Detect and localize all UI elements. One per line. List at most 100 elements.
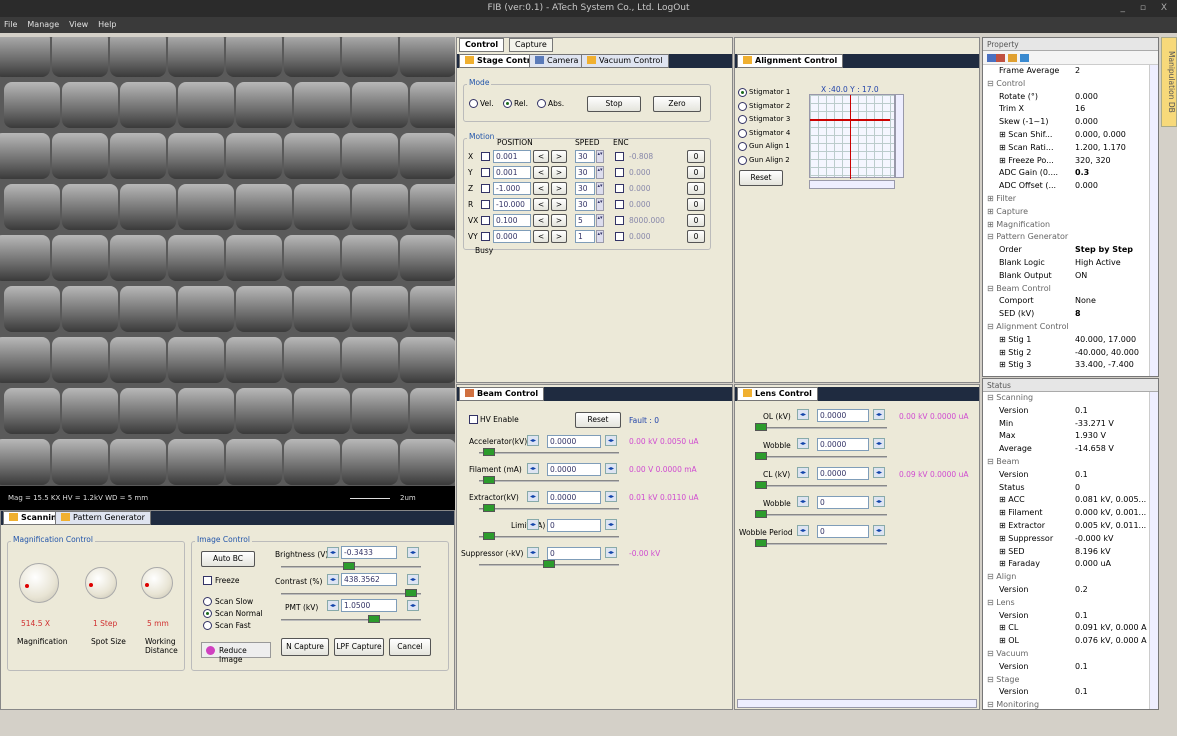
align-radio[interactable] [738,115,747,124]
scan-normal-radio[interactable] [203,609,212,618]
position-input[interactable]: 0.001 [493,166,531,179]
tab-control[interactable]: Control [459,38,505,52]
lens-right-arrows[interactable]: ◂▸ [873,525,885,536]
tab-pattern-generator[interactable]: Pattern Generator [55,511,151,525]
n-capture-button[interactable]: N Capture [281,638,329,656]
working-distance-knob[interactable] [141,567,173,599]
align-radio[interactable] [738,142,747,151]
position-input[interactable]: -10.000 [493,198,531,211]
beam-param-input[interactable]: 0 [547,519,601,532]
scan-fast-radio[interactable] [203,621,212,630]
tab-capture[interactable]: Capture [509,38,553,52]
sem-image[interactable]: Mag = 15.5 KX HV = 1.2kV WD = 5 mm 2um [0,37,455,510]
lens-param-input[interactable]: 0.0000 [817,409,869,422]
lens-right-arrows[interactable]: ◂▸ [873,467,885,478]
property-row[interactable]: ⊞ Stig 1 40.000, 17.000 [983,334,1158,347]
align-radio[interactable] [738,88,747,97]
property-row[interactable]: ⊟ Lens [983,597,1158,610]
contrast-thumb[interactable] [405,589,417,597]
beam-right-arrows[interactable]: ◂▸ [605,547,617,558]
enc-checkbox[interactable] [615,232,624,241]
property-row[interactable]: ⊟ Beam [983,456,1158,469]
stigmator-grid[interactable] [809,94,895,179]
property-row[interactable]: ⊞ Scan Rati... 1.200, 1.170 [983,142,1158,155]
speed-input[interactable]: 30 [575,182,595,195]
axis-enable-checkbox[interactable] [481,184,490,193]
pmt-slider[interactable] [281,619,421,621]
property-row[interactable]: ⊞ Magnification [983,219,1158,232]
property-row[interactable]: ADC Gain (0.... 0.3 [983,167,1158,180]
move-right-button[interactable]: > [551,214,567,227]
property-row[interactable]: Max 1.930 V [983,430,1158,443]
move-right-button[interactable]: > [551,182,567,195]
speed-spinner[interactable]: ▴▾ [596,214,604,227]
property-row[interactable]: ⊞ Capture [983,206,1158,219]
lens-slider[interactable] [757,427,887,429]
lens-slider[interactable] [757,456,887,458]
move-left-button[interactable]: < [533,166,549,179]
status-scrollbar[interactable] [1149,392,1158,709]
position-input[interactable]: 0.100 [493,214,531,227]
brightness-input[interactable]: -0.3433 [341,546,397,559]
position-input[interactable]: -1.000 [493,182,531,195]
lens-slider-thumb[interactable] [755,423,767,431]
enc-checkbox[interactable] [615,152,624,161]
pmt-thumb[interactable] [368,615,380,623]
move-right-button[interactable]: > [551,166,567,179]
lens-left-arrows[interactable]: ◂▸ [797,438,809,449]
move-left-button[interactable]: < [533,214,549,227]
beam-right-arrows[interactable]: ◂▸ [605,519,617,530]
property-row[interactable]: ⊟ Control [983,78,1158,91]
contrast-slider[interactable] [281,593,421,595]
categorized-icon[interactable] [987,54,996,62]
property-row[interactable]: ⊞ Faraday 0.000 uA [983,558,1158,571]
beam-right-arrows[interactable]: ◂▸ [605,435,617,446]
beam-slider-thumb[interactable] [483,476,495,484]
beam-slider[interactable] [479,452,619,454]
auto-bc-button[interactable]: Auto BC [201,551,255,567]
beam-slider-thumb[interactable] [543,560,555,568]
beam-right-arrows[interactable]: ◂▸ [605,491,617,502]
brightness-arrows[interactable]: ◂▸ [327,547,339,558]
property-row[interactable]: ⊟ Pattern Generator [983,231,1158,244]
brightness-right-arrows[interactable]: ◂▸ [407,547,419,558]
lens-right-arrows[interactable]: ◂▸ [873,438,885,449]
speed-input[interactable]: 5 [575,214,595,227]
menu-view[interactable]: View [69,20,88,29]
axis-enable-checkbox[interactable] [481,152,490,161]
beam-param-input[interactable]: 0.0000 [547,435,601,448]
property-row[interactable]: ⊞ Suppressor -0.000 kV [983,533,1158,546]
axis-enable-checkbox[interactable] [481,168,490,177]
tab-vacuum-control[interactable]: Vacuum Control [581,54,669,68]
property-row[interactable]: ⊟ Stage [983,674,1158,687]
lens-slider[interactable] [757,543,887,545]
beam-param-input[interactable]: 0.0000 [547,491,601,504]
property-row[interactable]: Rotate (°) 0.000 [983,91,1158,104]
property-row[interactable]: ⊟ Scanning [983,392,1158,405]
beam-param-input[interactable]: 0.0000 [547,463,601,476]
align-radio[interactable] [738,128,747,138]
property-row[interactable]: ⊞ Freeze Po... 320, 320 [983,155,1158,168]
property-row[interactable]: ⊟ Monitoring [983,699,1158,709]
align-reset-button[interactable]: Reset [739,170,783,186]
enc-checkbox[interactable] [615,168,624,177]
contrast-input[interactable]: 438.3562 [341,573,397,586]
property-row[interactable]: Frame Average 2 [983,65,1158,78]
axis-zero-button[interactable]: 0 [687,230,705,243]
property-row[interactable]: ⊞ Stig 2 -40.000, 40.000 [983,347,1158,360]
lens-left-arrows[interactable]: ◂▸ [797,496,809,507]
pmt-input[interactable]: 1.0500 [341,599,397,612]
property-row[interactable]: Order Step by Step [983,244,1158,257]
axis-zero-button[interactable]: 0 [687,150,705,163]
property-row[interactable]: SED (kV) 8 [983,308,1158,321]
menu-manage[interactable]: Manage [27,20,59,29]
lens-param-input[interactable]: 0 [817,496,869,509]
contrast-right-arrows[interactable]: ◂▸ [407,574,419,585]
beam-left-arrows[interactable]: ◂▸ [527,435,539,446]
enc-checkbox[interactable] [615,184,624,193]
property-row[interactable]: ⊞ ACC 0.081 kV, 0.005... [983,494,1158,507]
spot-size-knob[interactable] [85,567,117,599]
property-row[interactable]: Version 0.1 [983,610,1158,623]
property-row[interactable]: Status 0 [983,482,1158,495]
lens-right-arrows[interactable]: ◂▸ [873,496,885,507]
